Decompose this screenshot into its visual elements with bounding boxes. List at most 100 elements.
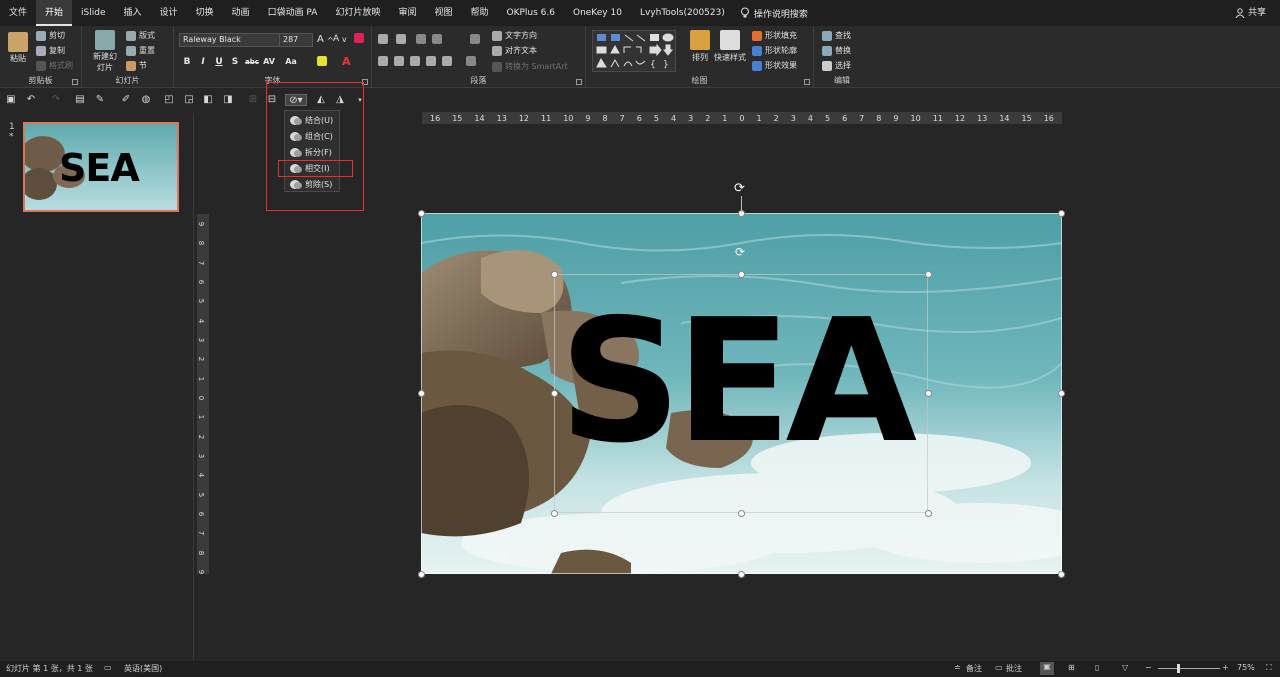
color-tool-icon[interactable]: ◍ <box>140 94 152 106</box>
italic-button[interactable]: I <box>197 56 209 68</box>
text-direction-button[interactable]: 文字方向 <box>492 30 537 41</box>
line-spacing-button[interactable] <box>470 34 480 44</box>
flip-left-icon[interactable]: ◭ <box>315 94 327 106</box>
tell-me-search[interactable]: 操作说明搜索 <box>740 7 808 20</box>
clipboard-launcher[interactable] <box>72 79 78 85</box>
resize-handle-bl[interactable] <box>418 571 425 578</box>
tab-view[interactable]: 视图 <box>425 0 461 26</box>
tab-transitions[interactable]: 切换 <box>187 0 223 26</box>
cut-button[interactable]: 剪切 <box>36 30 65 41</box>
replace-button[interactable]: 替换 <box>822 45 851 56</box>
menu-item-union[interactable]: 结合(U) <box>287 113 339 127</box>
tab-design[interactable]: 设计 <box>151 0 187 26</box>
underline-button[interactable]: U <box>213 56 225 68</box>
paste-button[interactable]: 粘贴 <box>8 32 28 64</box>
accessibility-icon[interactable]: ▭ <box>104 663 112 672</box>
undo-icon[interactable]: ↶ <box>25 94 37 106</box>
align-center-button[interactable] <box>394 56 404 66</box>
reset-button[interactable]: 重置 <box>126 45 155 56</box>
slide-sorter-icon[interactable]: ⊞ <box>1068 663 1075 672</box>
columns-button[interactable] <box>466 56 476 66</box>
customize-toolbar-icon[interactable]: ▾ <box>354 94 366 106</box>
resize-handle-tl[interactable] <box>418 210 425 217</box>
brush-tool-icon[interactable]: ✎ <box>94 94 106 106</box>
align-right-button[interactable] <box>410 56 420 66</box>
text-handle-b[interactable] <box>738 510 745 517</box>
format-painter-button[interactable]: 格式刷 <box>36 60 73 71</box>
text-handle-bl[interactable] <box>551 510 558 517</box>
bold-button[interactable]: B <box>181 56 193 68</box>
resize-handle-br[interactable] <box>1058 571 1065 578</box>
zoom-in-icon[interactable]: + <box>1222 663 1229 672</box>
fit-to-window-icon[interactable]: ⛶ <box>1266 663 1272 673</box>
layout-button[interactable]: 版式 <box>126 30 155 41</box>
resize-handle-b[interactable] <box>738 571 745 578</box>
new-slide-button[interactable]: 新建幻灯片 <box>90 30 120 73</box>
arrange-button[interactable]: 排列 <box>690 30 710 63</box>
tab-slideshow[interactable]: 幻灯片放映 <box>326 0 389 26</box>
rotate-handle-text[interactable]: ⟳ <box>735 245 749 259</box>
tab-review[interactable]: 审阅 <box>389 0 425 26</box>
shrink-font-button[interactable]: Av <box>333 34 347 44</box>
paragraph-launcher[interactable] <box>576 79 582 85</box>
shadow-button[interactable]: S <box>229 56 241 68</box>
tab-home[interactable]: 开始 <box>36 0 73 26</box>
resize-handle-r[interactable] <box>1058 390 1065 397</box>
comments-icon[interactable]: ▭ <box>995 663 1003 672</box>
tab-onekey[interactable]: OneKey 10 <box>564 0 631 26</box>
justify-button[interactable] <box>426 56 436 66</box>
zoom-out-icon[interactable]: − <box>1145 663 1152 672</box>
clear-format-button[interactable] <box>354 33 364 43</box>
notes-button[interactable]: 备注 <box>966 663 982 674</box>
quick-styles-button[interactable]: 快速样式 <box>714 30 746 63</box>
tab-lvyhtools[interactable]: LvyhTools(200523) <box>631 0 734 26</box>
tab-animations[interactable]: 动画 <box>223 0 259 26</box>
send-backward-icon[interactable]: ◲ <box>183 94 195 106</box>
text-handle-l[interactable] <box>551 390 558 397</box>
language-label[interactable]: 英语(美国) <box>124 663 162 674</box>
text-handle-tr[interactable] <box>925 271 932 278</box>
screenshot-icon[interactable]: ▤ <box>74 94 86 106</box>
tab-file[interactable]: 文件 <box>0 0 36 26</box>
decrease-indent-button[interactable] <box>416 34 426 44</box>
menu-item-intersect[interactable]: 相交(I) <box>287 161 339 175</box>
font-color-button[interactable]: A <box>342 55 351 68</box>
strikethrough-button[interactable]: abc <box>244 56 260 68</box>
flip-right-icon[interactable]: ◮ <box>334 94 346 106</box>
grow-font-button[interactable]: A ^ <box>317 34 334 45</box>
align-text-button[interactable]: 对齐文本 <box>492 45 537 56</box>
find-button[interactable]: 查找 <box>822 30 851 41</box>
menu-item-fragment[interactable]: 拆分(F) <box>287 145 339 159</box>
slideshow-icon[interactable]: ▽ <box>1122 663 1128 672</box>
align-left-button[interactable] <box>378 56 388 66</box>
copy-button[interactable]: 复制 <box>36 45 65 56</box>
normal-view-icon[interactable]: ▣ <box>1040 662 1054 675</box>
notes-icon[interactable]: ≐ <box>954 663 961 672</box>
font-size-select[interactable]: 287 <box>279 33 313 47</box>
highlight-color-button[interactable] <box>317 56 327 66</box>
merge-shapes-button[interactable]: ⊘▾ <box>285 94 307 106</box>
shape-fill-button[interactable]: 形状填充 <box>752 30 797 41</box>
tab-okplus[interactable]: OKPlus 6.6 <box>498 0 564 26</box>
increase-indent-button[interactable] <box>432 34 442 44</box>
char-spacing-button[interactable]: AV <box>262 56 276 68</box>
bullets-button[interactable] <box>378 34 388 44</box>
bring-front-icon[interactable]: ◧ <box>202 94 214 106</box>
distributed-button[interactable] <box>442 56 452 66</box>
tab-islide[interactable]: iSlide <box>72 0 114 26</box>
save-icon[interactable]: ▣ <box>5 94 17 106</box>
zoom-slider-thumb[interactable] <box>1177 664 1180 673</box>
font-name-select[interactable]: Raleway Black <box>179 33 280 47</box>
zoom-slider[interactable] <box>1158 668 1220 669</box>
reading-view-icon[interactable]: ▯ <box>1095 663 1099 672</box>
share-button[interactable]: 共享 <box>1235 0 1266 26</box>
text-handle-br[interactable] <box>925 510 932 517</box>
resize-handle-l[interactable] <box>418 390 425 397</box>
send-back-icon[interactable]: ◨ <box>222 94 234 106</box>
text-handle-tl[interactable] <box>551 271 558 278</box>
menu-item-combine[interactable]: 组合(C) <box>287 129 339 143</box>
shape-outline-button[interactable]: 形状轮廓 <box>752 45 797 56</box>
comments-button[interactable]: 批注 <box>1006 663 1022 674</box>
pane-divider[interactable] <box>193 113 194 661</box>
shape-effects-button[interactable]: 形状效果 <box>752 60 797 71</box>
